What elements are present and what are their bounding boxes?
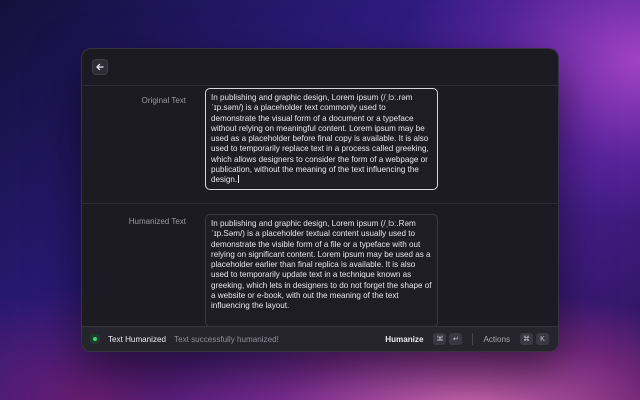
humanized-text-content: In publishing and graphic design, Lorem … bbox=[211, 219, 432, 311]
actions-button[interactable]: Actions bbox=[483, 335, 510, 344]
status-indicator bbox=[90, 334, 100, 344]
arrow-left-icon bbox=[96, 63, 104, 71]
original-text-content: In publishing and graphic design, Lorem … bbox=[211, 93, 429, 185]
command-key-icon: ⌘ bbox=[520, 333, 533, 345]
humanized-text-label: Humanized Text bbox=[128, 217, 186, 226]
toolbar bbox=[82, 49, 558, 86]
humanized-text-area[interactable]: In publishing and graphic design, Lorem … bbox=[205, 214, 438, 327]
status-message: Text successfully humanized! bbox=[174, 334, 279, 344]
original-text-label: Original Text bbox=[141, 96, 186, 105]
back-button[interactable] bbox=[92, 59, 108, 75]
footer-divider bbox=[472, 333, 474, 345]
humanize-window: Original Text In publishing and graphic … bbox=[81, 48, 559, 352]
k-key-icon: K bbox=[536, 333, 549, 345]
text-caret bbox=[238, 175, 240, 184]
enter-key-icon: ↵ bbox=[449, 333, 463, 345]
status-title: Text Humanized bbox=[108, 334, 167, 344]
original-text-area[interactable]: In publishing and graphic design, Lorem … bbox=[205, 88, 438, 190]
command-key-icon: ⌘ bbox=[433, 333, 447, 345]
action-bar: Text Humanized Text successfully humaniz… bbox=[82, 326, 558, 351]
original-text-row: Original Text In publishing and graphic … bbox=[82, 86, 558, 204]
status-dot-icon bbox=[93, 337, 97, 341]
humanize-button[interactable]: Humanize bbox=[385, 335, 423, 344]
humanized-text-row: Humanized Text In publishing and graphic… bbox=[82, 204, 558, 327]
